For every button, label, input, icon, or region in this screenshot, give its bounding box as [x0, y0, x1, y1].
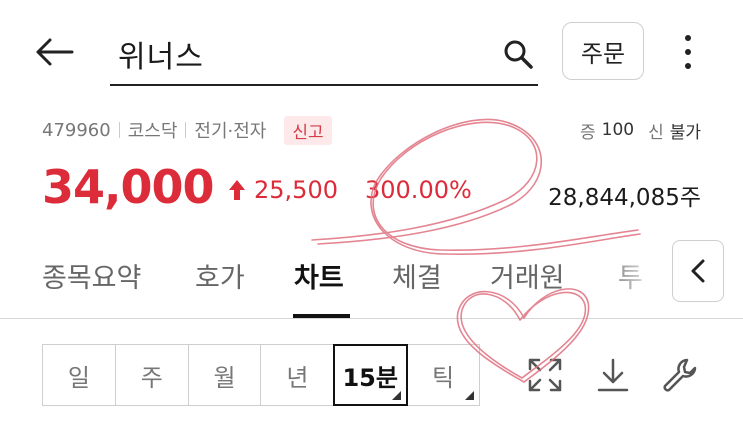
- credit-value: 불가: [669, 122, 701, 143]
- period-selector: 일 주 월 년 15분 틱: [42, 344, 480, 406]
- stock-info: 479960 코스닥 전기·전자 신고: [42, 115, 332, 145]
- chevron-left-icon: [691, 259, 705, 283]
- search-icon[interactable]: [502, 38, 534, 70]
- period-day[interactable]: 일: [43, 345, 116, 405]
- dropdown-corner-icon: [392, 391, 402, 400]
- tab-orderbook[interactable]: 호가: [195, 256, 245, 295]
- margin-info: 증 100 신 불가: [580, 115, 701, 145]
- more-button[interactable]: [672, 30, 704, 74]
- dropdown-corner-icon: [464, 391, 474, 400]
- price-change: 25,500: [228, 176, 338, 204]
- credit-label: 신: [648, 122, 664, 143]
- download-icon[interactable]: [594, 356, 632, 394]
- more-vertical-icon: [685, 35, 691, 41]
- stock-market: 코스닥: [127, 121, 178, 142]
- wrench-icon[interactable]: [660, 356, 698, 394]
- divider: [118, 122, 120, 138]
- tab-trades[interactable]: 체결: [392, 256, 442, 295]
- back-button[interactable]: [30, 30, 78, 74]
- tab-scroll-button[interactable]: [672, 240, 724, 302]
- change-rate: 300.00%: [365, 176, 472, 204]
- period-tick[interactable]: 틱: [407, 345, 479, 405]
- period-year[interactable]: 년: [261, 345, 335, 405]
- margin-label: 증: [579, 122, 596, 143]
- change-value: 25,500: [254, 176, 338, 204]
- stock-sector: 전기·전자: [194, 121, 267, 142]
- trade-volume: 28,844,085주: [548, 185, 701, 211]
- status-badge: 신고: [284, 115, 332, 145]
- divider: [0, 318, 743, 319]
- divider: [185, 122, 187, 138]
- period-15min[interactable]: 15분: [333, 344, 409, 406]
- period-month[interactable]: 월: [189, 345, 262, 405]
- order-button[interactable]: 주문: [562, 22, 644, 80]
- tab-brokers[interactable]: 거래원: [490, 256, 565, 295]
- stock-code: 479960: [42, 119, 111, 141]
- current-price: 34,000: [42, 160, 215, 214]
- tab-chart[interactable]: 차트: [294, 256, 344, 295]
- tab-summary[interactable]: 종목요약: [42, 256, 141, 295]
- margin-value: 100: [601, 120, 635, 140]
- arrow-left-icon: [36, 38, 74, 66]
- search-input[interactable]: 위너스: [118, 32, 204, 76]
- search-field[interactable]: 위너스: [110, 24, 538, 86]
- expand-icon[interactable]: [526, 356, 564, 394]
- period-week[interactable]: 주: [116, 345, 189, 405]
- up-arrow-icon: [229, 180, 245, 200]
